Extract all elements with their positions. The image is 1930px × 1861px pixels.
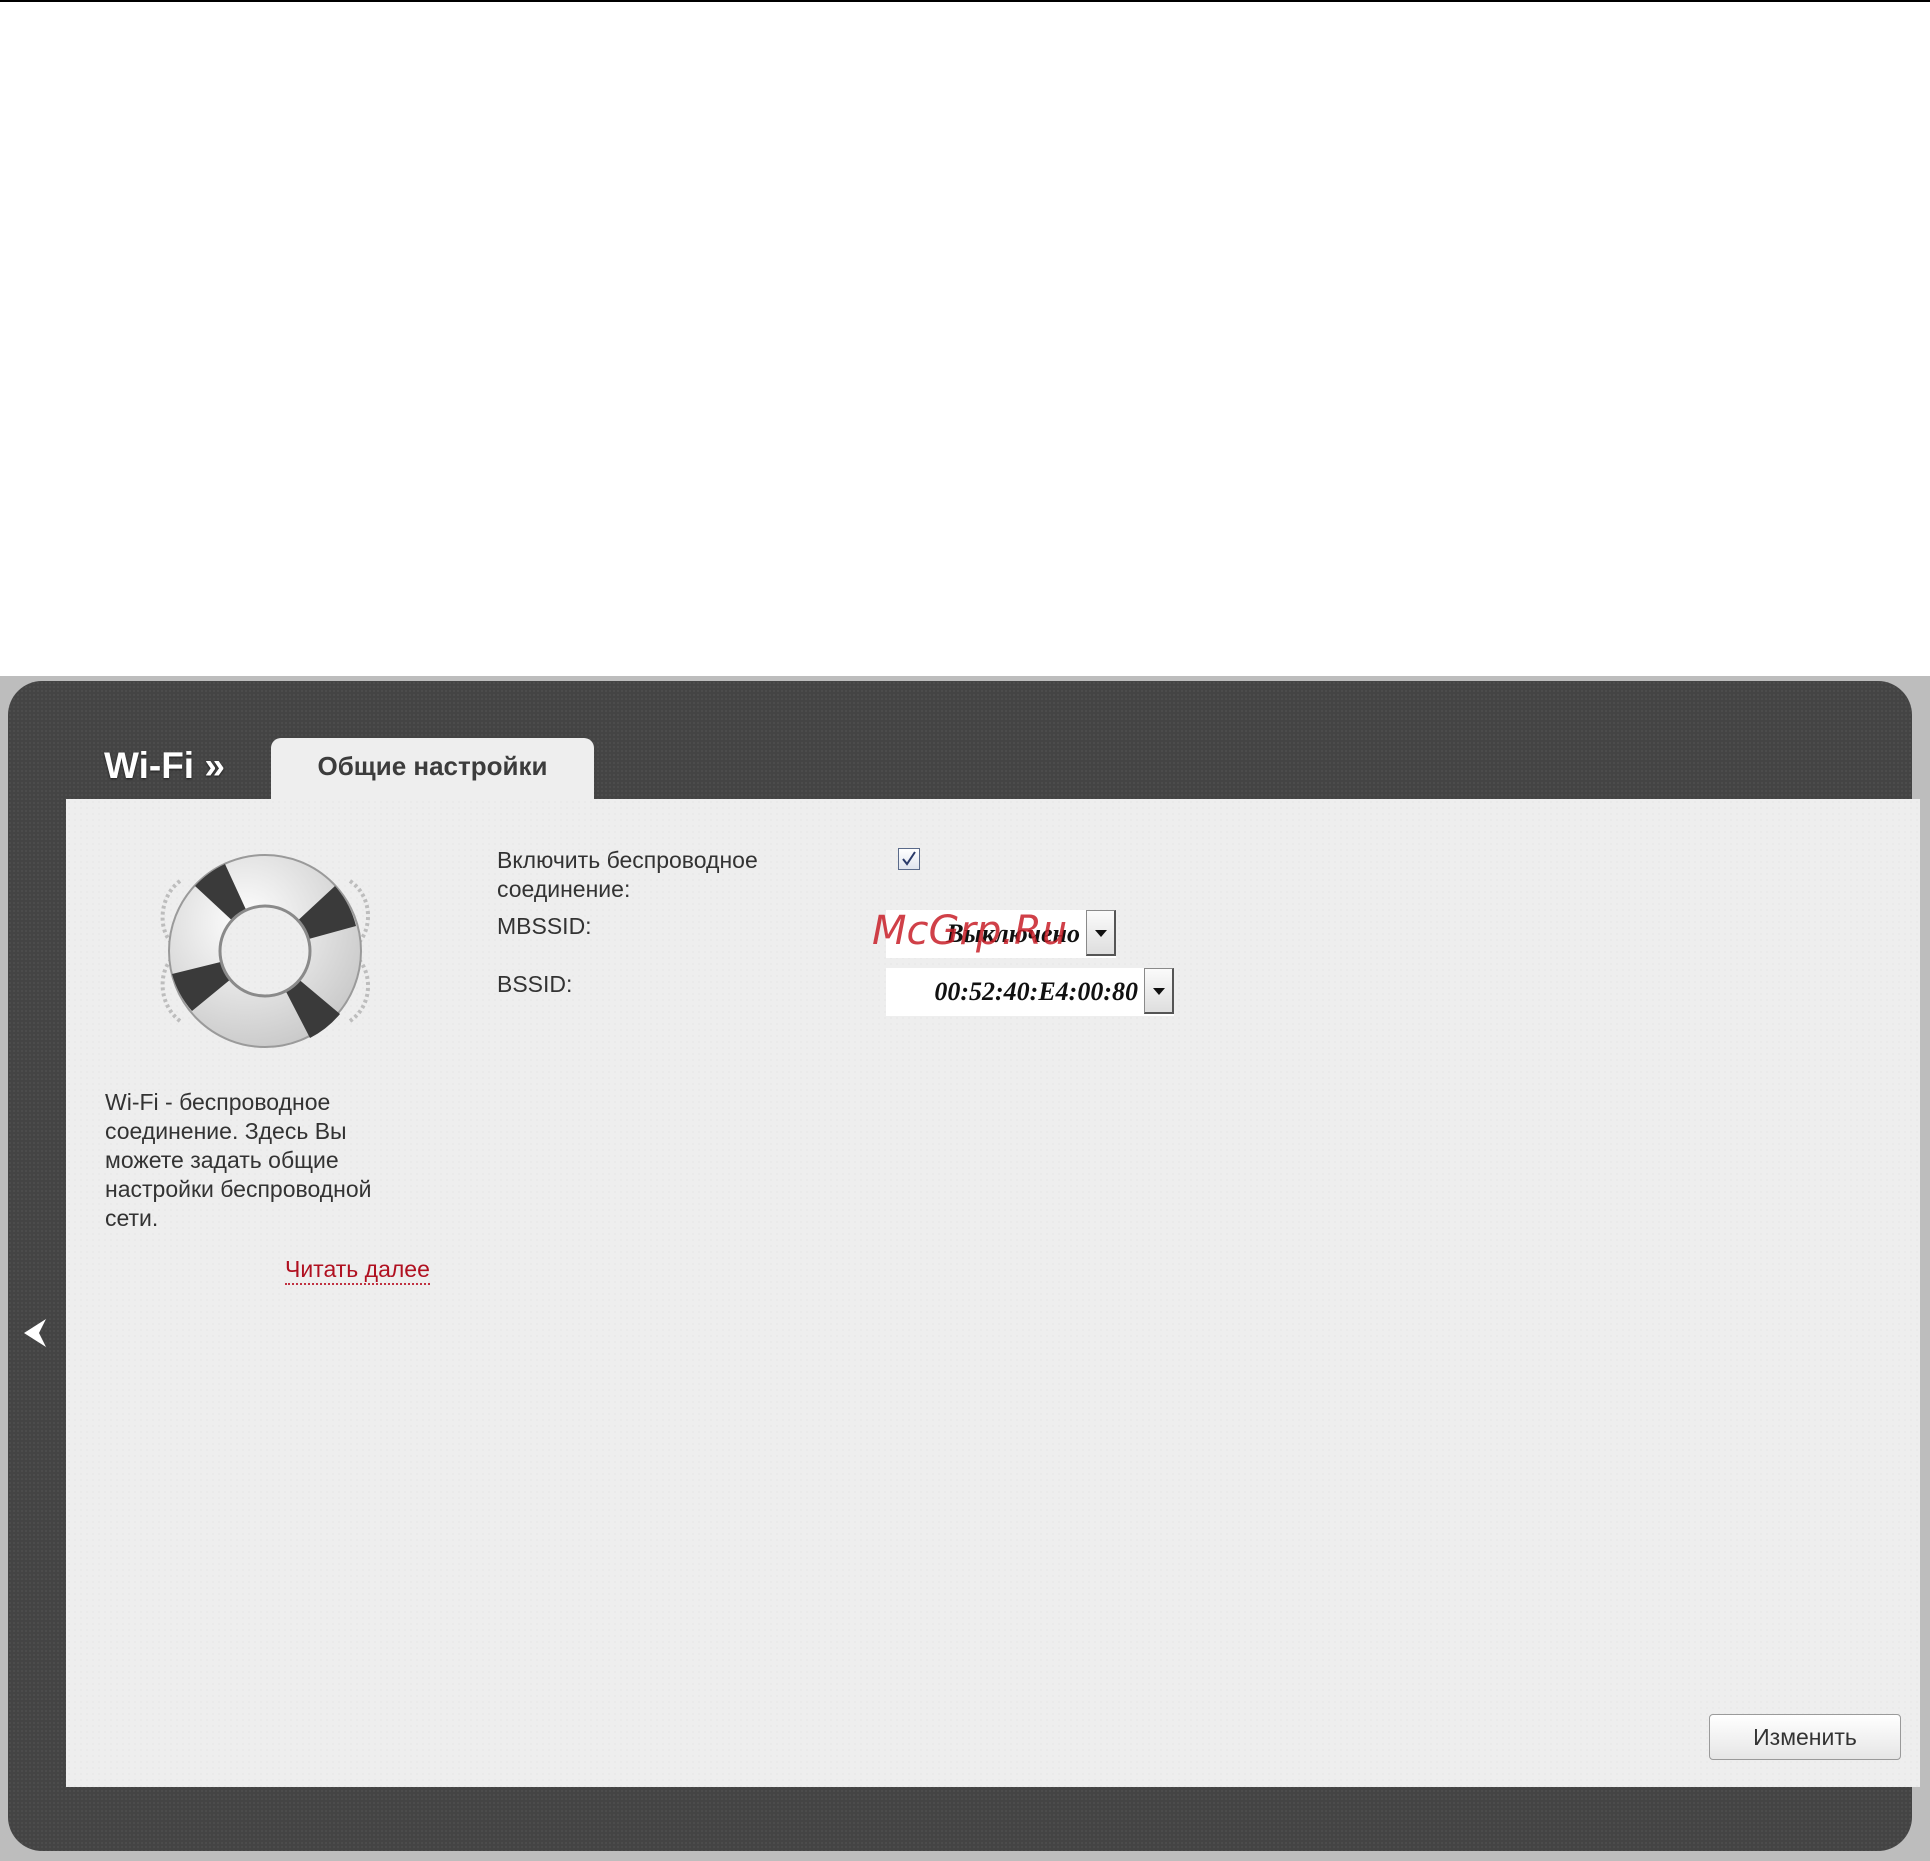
change-button[interactable]: Изменить (1709, 1714, 1901, 1760)
help-description: Wi-Fi - беспроводное соединение. Здесь В… (105, 1089, 372, 1231)
bssid-label: BSSID: (497, 971, 573, 997)
enable-wireless-label: Включить беспроводное (497, 847, 758, 873)
chevron-down-icon[interactable] (1086, 910, 1116, 956)
section-title[interactable]: Wi-Fi » (104, 742, 225, 790)
tab-general-settings[interactable]: Общие настройки (271, 738, 594, 800)
read-more-link[interactable]: Читать далее (285, 1255, 430, 1285)
enable-wireless-label-cont: соединение: (497, 876, 631, 902)
mbssid-label: MBSSID: (497, 913, 592, 939)
checkmark-icon (902, 851, 916, 866)
bssid-value: 00:52:40:E4:00:80 (934, 977, 1138, 1006)
enable-wireless-checkbox[interactable] (898, 848, 920, 870)
bssid-select[interactable]: 00:52:40:E4:00:80 (886, 968, 1174, 1016)
chevron-left-icon[interactable] (20, 1315, 56, 1351)
lifebuoy-icon (160, 854, 371, 1048)
mbssid-value: Выключено (946, 919, 1080, 948)
top-rule (0, 0, 1930, 2)
mbssid-select[interactable]: Выключено (886, 910, 1116, 958)
chevron-down-icon[interactable] (1144, 968, 1174, 1014)
